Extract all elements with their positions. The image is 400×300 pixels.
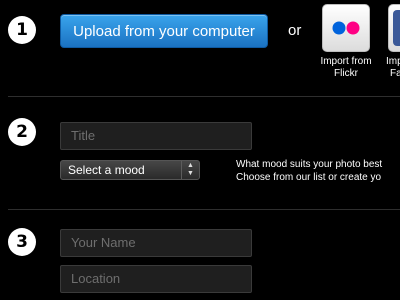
mood-select-value: Select a mood	[68, 163, 145, 177]
mood-select[interactable]: Select a mood ▲ ▼	[60, 160, 200, 180]
step-3-badge: 3	[8, 228, 36, 256]
import-facebook-button[interactable]	[388, 4, 400, 52]
mood-hint-line1: What mood suits your photo best	[236, 159, 383, 170]
facebook-icon	[393, 10, 400, 46]
import-flickr-button[interactable]	[322, 4, 370, 52]
or-label: or	[288, 22, 302, 39]
mood-hint: What mood suits your photo best Choose f…	[236, 158, 382, 184]
step-1-badge: 1	[8, 16, 36, 44]
step-2-badge: 2	[8, 118, 36, 146]
import-facebook-label: Import Fa	[386, 56, 400, 80]
flickr-icon	[332, 21, 360, 35]
upload-page: 1 Upload from your computer or Import fr…	[0, 0, 400, 300]
import-flickr-label-line2: Flickr	[334, 68, 358, 79]
import-flickr-label: Import from Flickr	[316, 56, 376, 80]
section-divider-1	[8, 96, 400, 97]
name-input[interactable]: Your Name	[60, 229, 252, 257]
import-flickr-label-line1: Import from	[320, 56, 372, 67]
import-facebook-label-line1: Import	[386, 56, 400, 67]
section-divider-2	[8, 209, 400, 210]
chevron-up-down-icon: ▲ ▼	[181, 161, 199, 179]
import-facebook-label-line2: Fa	[390, 68, 400, 79]
location-input[interactable]: Location	[60, 265, 252, 293]
upload-from-computer-button[interactable]: Upload from your computer	[60, 14, 268, 48]
mood-hint-line2: Choose from our list or create yo	[236, 172, 382, 183]
title-input[interactable]: Title	[60, 122, 252, 150]
